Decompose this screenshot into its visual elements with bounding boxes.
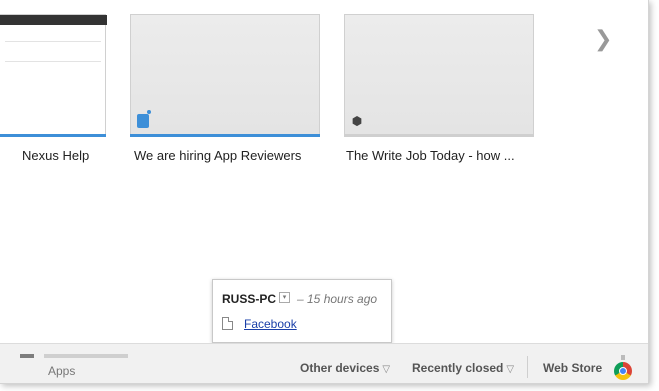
thumbnail-divider (5, 41, 101, 42)
dropdown-triangle-icon: ▽ (506, 364, 515, 375)
logo-stem (621, 355, 625, 360)
last-sync-time: – 15 hours ago (297, 292, 378, 306)
thumbnail-accent-bar (0, 134, 106, 137)
web-store-link[interactable]: Web Store (543, 361, 602, 375)
thumbnail-accent-bar (130, 134, 320, 137)
site-favicon-icon (137, 110, 151, 128)
device-name: RUSS-PC (222, 292, 277, 306)
tile-title[interactable]: Nexus Help (22, 148, 89, 163)
browser-frame: Nexus Help We are hiring App Reviewers ⬢… (0, 0, 659, 391)
dropdown-triangle-icon: ▽ (382, 364, 391, 375)
chrome-logo-icon[interactable] (614, 362, 632, 380)
most-visited-thumbnail[interactable] (130, 14, 320, 137)
site-favicon-icon: ⬢ (351, 114, 363, 128)
apps-page-label[interactable]: Apps (48, 364, 75, 378)
thumbnail-header-strip (0, 15, 107, 25)
tile-title[interactable]: We are hiring App Reviewers (134, 148, 301, 163)
thumbnail-accent-bar (344, 134, 534, 137)
page-document-icon (222, 317, 233, 330)
other-devices-menu[interactable]: Other devices ▽ (300, 361, 390, 375)
page-switcher-indicator[interactable] (44, 354, 128, 358)
most-visited-thumbnail[interactable]: ⬢ (344, 14, 534, 137)
page-switcher-indicator[interactable] (20, 354, 34, 358)
recently-closed-label: Recently closed (412, 361, 504, 375)
footer-divider (527, 356, 528, 378)
session-tab-link[interactable]: Facebook (244, 317, 297, 331)
most-visited-thumbnail[interactable] (0, 14, 107, 137)
thumbnail-divider (5, 61, 101, 62)
new-tab-page: Nexus Help We are hiring App Reviewers ⬢… (0, 0, 649, 384)
other-devices-popup: RUSS-PC ▾ – 15 hours ago Facebook (212, 279, 392, 343)
next-page-arrow-icon[interactable]: ❯ (594, 28, 612, 50)
tile-title[interactable]: The Write Job Today - how ... (346, 148, 515, 163)
other-devices-label: Other devices (300, 361, 380, 375)
bottom-footer-bar: Apps Other devices ▽ Recently closed ▽ Web… (0, 343, 648, 383)
device-menu-dropdown-icon[interactable]: ▾ (279, 292, 290, 303)
recently-closed-menu[interactable]: Recently closed ▽ (412, 361, 514, 375)
